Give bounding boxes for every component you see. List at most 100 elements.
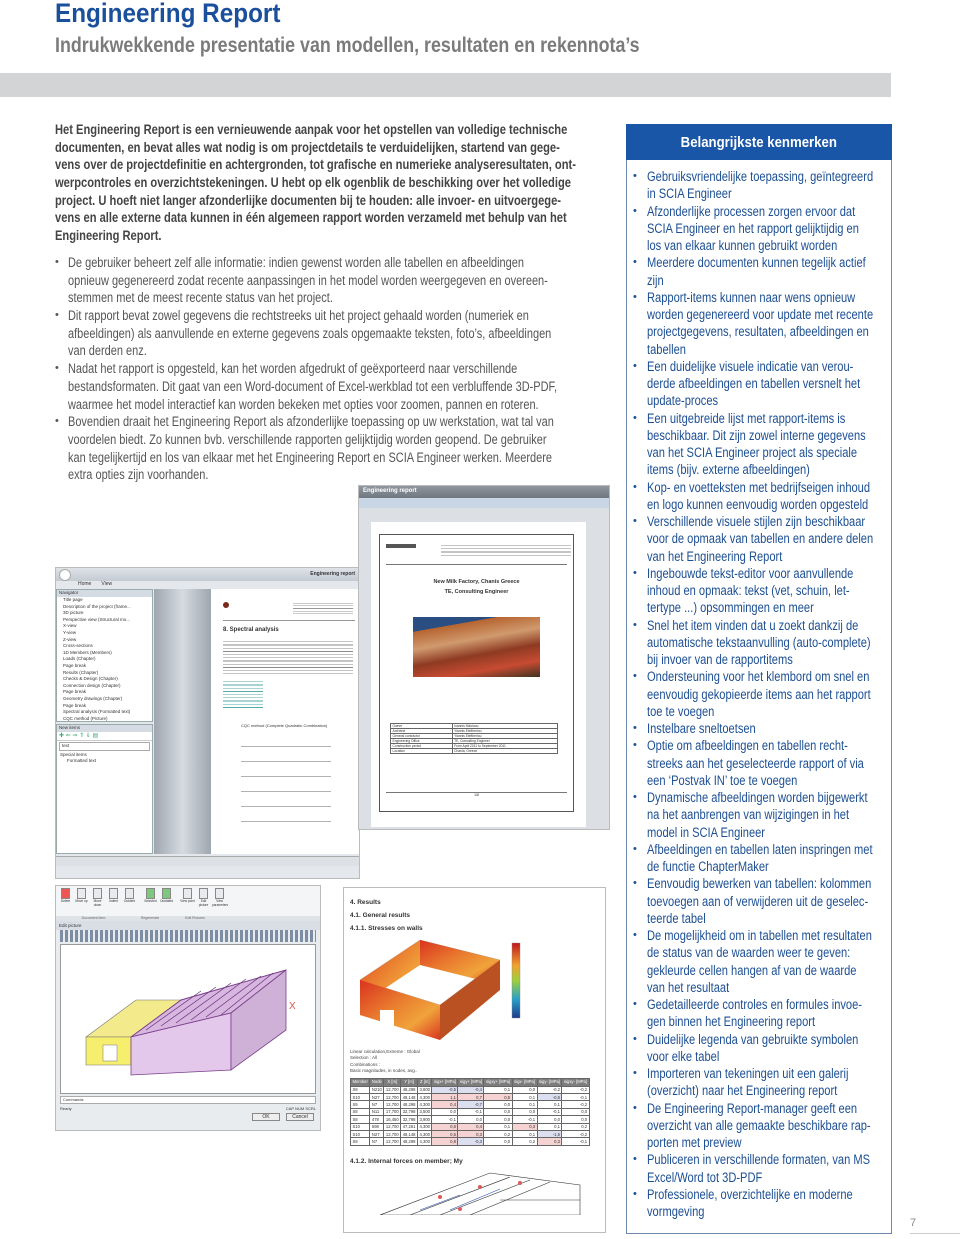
header-lines xyxy=(293,601,353,615)
results-row: S10 N27 12,700 48,148 4,300 1,1 0,7 0,5 0,1 -0,6-… xyxy=(349,1092,590,1102)
results-cell: 0,0 xyxy=(511,1085,538,1094)
intro-paragraph: Het Engineering Report is een vernieuwen… xyxy=(55,121,690,245)
results-subheading: 4.1. General results xyxy=(350,912,410,919)
results-cell: 0,0 xyxy=(483,1100,513,1109)
calc-info-line: Basic magnitudes, in nodes, avg.. xyxy=(350,1067,418,1073)
feature-item: • Instelbare sneltoetsen xyxy=(633,720,919,737)
feature-line: Optie om afbeeldingen en tabellen recht- xyxy=(647,738,848,754)
results-cell: 0,8 xyxy=(431,1137,459,1146)
doc-subtitle: TE, Consulting Engineer xyxy=(444,589,509,595)
results-cell: 0,1 xyxy=(511,1129,538,1139)
bullet-dot-icon: • xyxy=(633,722,637,734)
navigator-item: 3D picture xyxy=(63,610,84,616)
doc-heading: 8. Spectral analysis xyxy=(223,627,279,633)
results-cell: -0,7 xyxy=(457,1100,485,1109)
ribbon-group: Document Item xyxy=(81,916,106,920)
feature-item: • De mogelijkheid om in tabellen met resu… xyxy=(633,927,919,996)
results-cell: 48,298 xyxy=(400,1100,418,1109)
results-cell: 17,700 xyxy=(383,1107,402,1117)
outdent-icon xyxy=(125,888,134,899)
feature-line: overzicht van alle gemaakte beschikbare … xyxy=(647,1117,871,1133)
results-column-header: Y [m] xyxy=(400,1078,418,1087)
feature-line: van het SCIA Engineer project als specia… xyxy=(647,445,858,460)
view-parameters-icon xyxy=(215,888,224,899)
ribbon-button-label: Move down xyxy=(93,899,102,907)
results-cell: N7 xyxy=(369,1100,385,1109)
results-cell: S9 xyxy=(349,1085,371,1094)
results-cell: -0,2 xyxy=(561,1129,590,1139)
bullet-dot-icon: • xyxy=(633,170,637,182)
ok-button: OK xyxy=(252,1113,280,1121)
results-cell: 0,1 xyxy=(536,1122,563,1131)
feature-item: • Optie om afbeeldingen en tabellen recht… xyxy=(633,737,919,789)
feature-item: • Een duidelijke visuele indicatie van ve… xyxy=(633,358,919,410)
header-lines xyxy=(441,543,571,557)
results-cell: 0,0 xyxy=(483,1115,513,1124)
feature-line: model in SCIA Engineer xyxy=(647,824,766,840)
bullet-dot-icon: • xyxy=(633,739,637,752)
navigator-item: Page break xyxy=(63,702,87,708)
feature-item: • Kop- en voetteksten met bedrijfseigen i… xyxy=(633,479,919,514)
feature-line: De mogelijkheid om in tabellen met resul… xyxy=(647,928,872,943)
results-cell: 0,2 xyxy=(483,1129,513,1139)
results-cell: 0,1 xyxy=(483,1085,513,1094)
feature-line: toe te voegen xyxy=(647,703,715,719)
ribbon-button-4: Outdent xyxy=(122,888,137,914)
formula-title: CQC method (Complete Quadratic Combinati… xyxy=(241,723,328,728)
feature-line: Eenvoudig bewerken van tabellen: kolomme… xyxy=(647,876,872,892)
results-cell: 1,1 xyxy=(431,1092,459,1102)
cover-photo xyxy=(413,617,540,677)
ribbon: Delete Move up Move down Indent Outdent Selec… xyxy=(56,886,320,916)
results-cell: -1,5 xyxy=(536,1129,563,1139)
results-row: S8 N11 17,700 32,798 3,500 0,0 -0,1 0,0 0,0 -0,1 0… xyxy=(349,1107,590,1117)
results-column-header: Node xyxy=(369,1078,385,1087)
results-cell: -0,1 xyxy=(561,1092,590,1102)
results-cell: S10 xyxy=(349,1092,371,1102)
results-cell: 12,700 xyxy=(383,1085,402,1094)
ribbon-group: Regenerate xyxy=(140,916,160,920)
results-cell: 4,300 xyxy=(416,1129,433,1139)
feature-item: • Snel het item vinden dat u zoekt dankzi… xyxy=(633,617,919,669)
feature-line: van het Engineering Report xyxy=(647,548,783,564)
feature-item: • Professionele, overzichtelijke en moder… xyxy=(633,1186,919,1221)
feature-line: tertype ...) opsommingen en meer xyxy=(647,600,814,616)
indent-icon xyxy=(109,888,118,899)
results-row: S8 478 16,450 32,798 3,900 -0,1 0,0 0,0 -0,1 0,0 0… xyxy=(349,1115,590,1124)
feature-line: gen binnen het Engineering report xyxy=(647,1014,816,1030)
window-title: Engineering report xyxy=(359,486,609,498)
bullet-dot-icon: • xyxy=(55,415,59,428)
page-number-rule xyxy=(910,1233,960,1234)
results-cell: 48,148 xyxy=(400,1129,418,1139)
feature-line: bij invoer van de rapportitems xyxy=(647,652,793,667)
cancel-button: Cancel xyxy=(286,1113,314,1121)
ribbon-button-9: View parameters xyxy=(212,888,228,914)
new-items-panel: New items ✚ ⇐ ⇒ ⇑ ⇓ ▤ text Special items… xyxy=(56,724,153,854)
navigator-item: Loads (Chapter) xyxy=(63,656,96,662)
page-title: Engineering Report xyxy=(55,0,281,28)
feature-line: Afbeeldingen en tabellen laten inspringe… xyxy=(647,841,873,857)
feature-item: • Meerdere documenten kunnen tegelijk act… xyxy=(633,254,919,289)
window-title: Engineering report xyxy=(310,571,355,577)
new-items-toolbar: ✚ ⇐ ⇒ ⇑ ⇓ ▤ xyxy=(57,732,152,741)
results-column-header: sigx- [MPa] xyxy=(511,1078,538,1087)
results-cell: N27 xyxy=(369,1129,385,1139)
feature-item: • Afzonderlijke processen zorgen ervoor d… xyxy=(633,203,919,255)
status-bar xyxy=(56,856,359,866)
results-cell: N7 xyxy=(369,1137,385,1146)
feature-line: update-proces xyxy=(647,393,719,409)
bullet-dot-icon: • xyxy=(633,256,637,269)
feature-line: SCIA Engineer en het rapport gelijktijdi… xyxy=(647,220,859,236)
results-cell: 12,700 xyxy=(383,1092,402,1102)
ribbon-button-0: Delete xyxy=(58,888,73,914)
bullet-dot-icon: • xyxy=(633,998,637,1010)
tree-item: Formatted text xyxy=(67,758,97,763)
feature-item: • Duidelijke legenda van gebruikte symbol… xyxy=(633,1031,919,1066)
bullet-line: waarmee het model interactief kan worden… xyxy=(68,396,539,412)
results-cell: 478 xyxy=(369,1115,385,1124)
results-cell: S8 xyxy=(349,1107,371,1117)
results-cell: 3,500 xyxy=(416,1107,433,1117)
feature-line: Ondersteuning voor het klembord om snel … xyxy=(647,669,870,685)
bullet-line: bestandsformaten. Dit gaat van een Word-… xyxy=(68,378,558,394)
results-cell: 0,1 xyxy=(511,1100,538,1109)
results-cell: 0,0 xyxy=(561,1107,590,1117)
